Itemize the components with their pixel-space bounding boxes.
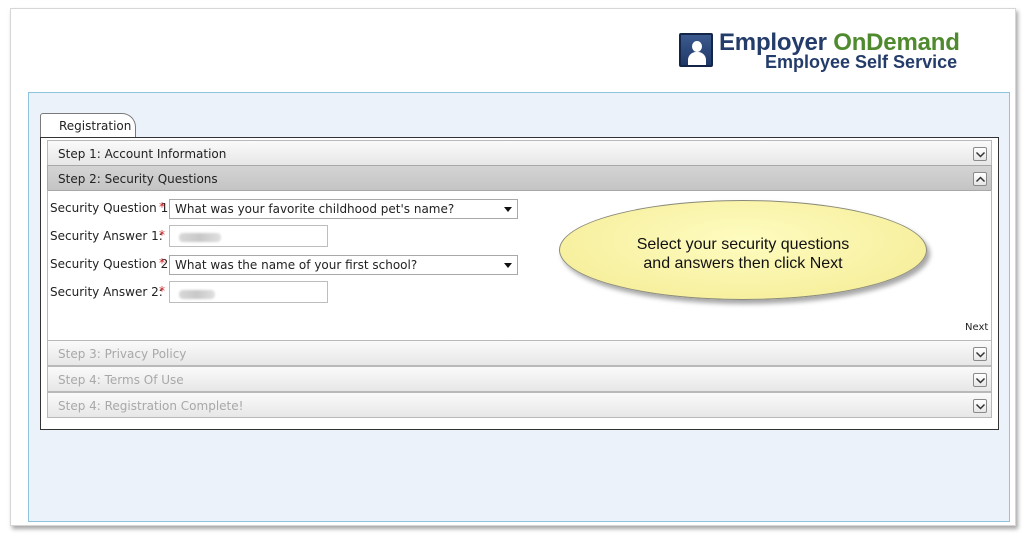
dropdown-arrow-icon bbox=[504, 263, 512, 268]
step-4-complete-label: Step 4: Registration Complete! bbox=[58, 399, 244, 413]
question-1-selected: What was your favorite childhood pet's n… bbox=[175, 202, 455, 216]
user-badge-icon bbox=[679, 33, 713, 67]
app-window: Employer OnDemand Employee Self Service … bbox=[10, 8, 1016, 526]
redacted-answer-1 bbox=[179, 233, 221, 242]
next-button[interactable]: Next bbox=[965, 322, 988, 333]
redacted-answer-2 bbox=[179, 290, 215, 299]
answer-1-label: Security Answer 1: bbox=[50, 229, 163, 243]
question-2-label: Security Question 2: bbox=[50, 257, 173, 271]
step-2-header[interactable]: Step 2: Security Questions bbox=[47, 165, 992, 191]
required-marker: * bbox=[159, 228, 165, 242]
dropdown-arrow-icon bbox=[504, 207, 512, 212]
chevron-down-icon[interactable] bbox=[973, 147, 987, 161]
brand-logo: Employer OnDemand Employee Self Service bbox=[679, 29, 979, 73]
content-panel: Registration Step 1: Account Information… bbox=[28, 92, 1010, 522]
step-1-label: Step 1: Account Information bbox=[58, 147, 227, 161]
step-4-complete-header[interactable]: Step 4: Registration Complete! bbox=[47, 392, 992, 418]
chevron-down-icon[interactable] bbox=[973, 373, 987, 387]
required-marker: * bbox=[159, 284, 165, 298]
question-1-select[interactable]: What was your favorite childhood pet's n… bbox=[169, 199, 518, 219]
required-marker: * bbox=[159, 256, 165, 270]
question-2-select[interactable]: What was the name of your first school? bbox=[169, 255, 518, 275]
callout-line-1: Select your security questions bbox=[636, 236, 850, 253]
chevron-down-icon[interactable] bbox=[973, 347, 987, 361]
tab-registration[interactable]: Registration bbox=[40, 113, 136, 139]
step-4-terms-header[interactable]: Step 4: Terms Of Use bbox=[47, 366, 992, 392]
step-4-terms-label: Step 4: Terms Of Use bbox=[58, 373, 184, 387]
step-3-header[interactable]: Step 3: Privacy Policy bbox=[47, 340, 992, 366]
step-3-label: Step 3: Privacy Policy bbox=[58, 347, 187, 361]
question-2-selected: What was the name of your first school? bbox=[175, 258, 418, 272]
brand-subtitle: Employee Self Service bbox=[765, 52, 958, 72]
chevron-up-icon[interactable] bbox=[973, 172, 987, 186]
callout-line-2: and answers then click Next bbox=[643, 255, 843, 272]
step-1-header[interactable]: Step 1: Account Information bbox=[47, 140, 992, 166]
step-2-label: Step 2: Security Questions bbox=[58, 172, 218, 186]
instruction-callout: Select your security questions and answe… bbox=[559, 200, 927, 300]
question-1-label: Security Question 1: bbox=[50, 201, 173, 215]
answer-2-label: Security Answer 2: bbox=[50, 285, 163, 299]
required-marker: * bbox=[159, 200, 165, 214]
chevron-down-icon[interactable] bbox=[973, 399, 987, 413]
